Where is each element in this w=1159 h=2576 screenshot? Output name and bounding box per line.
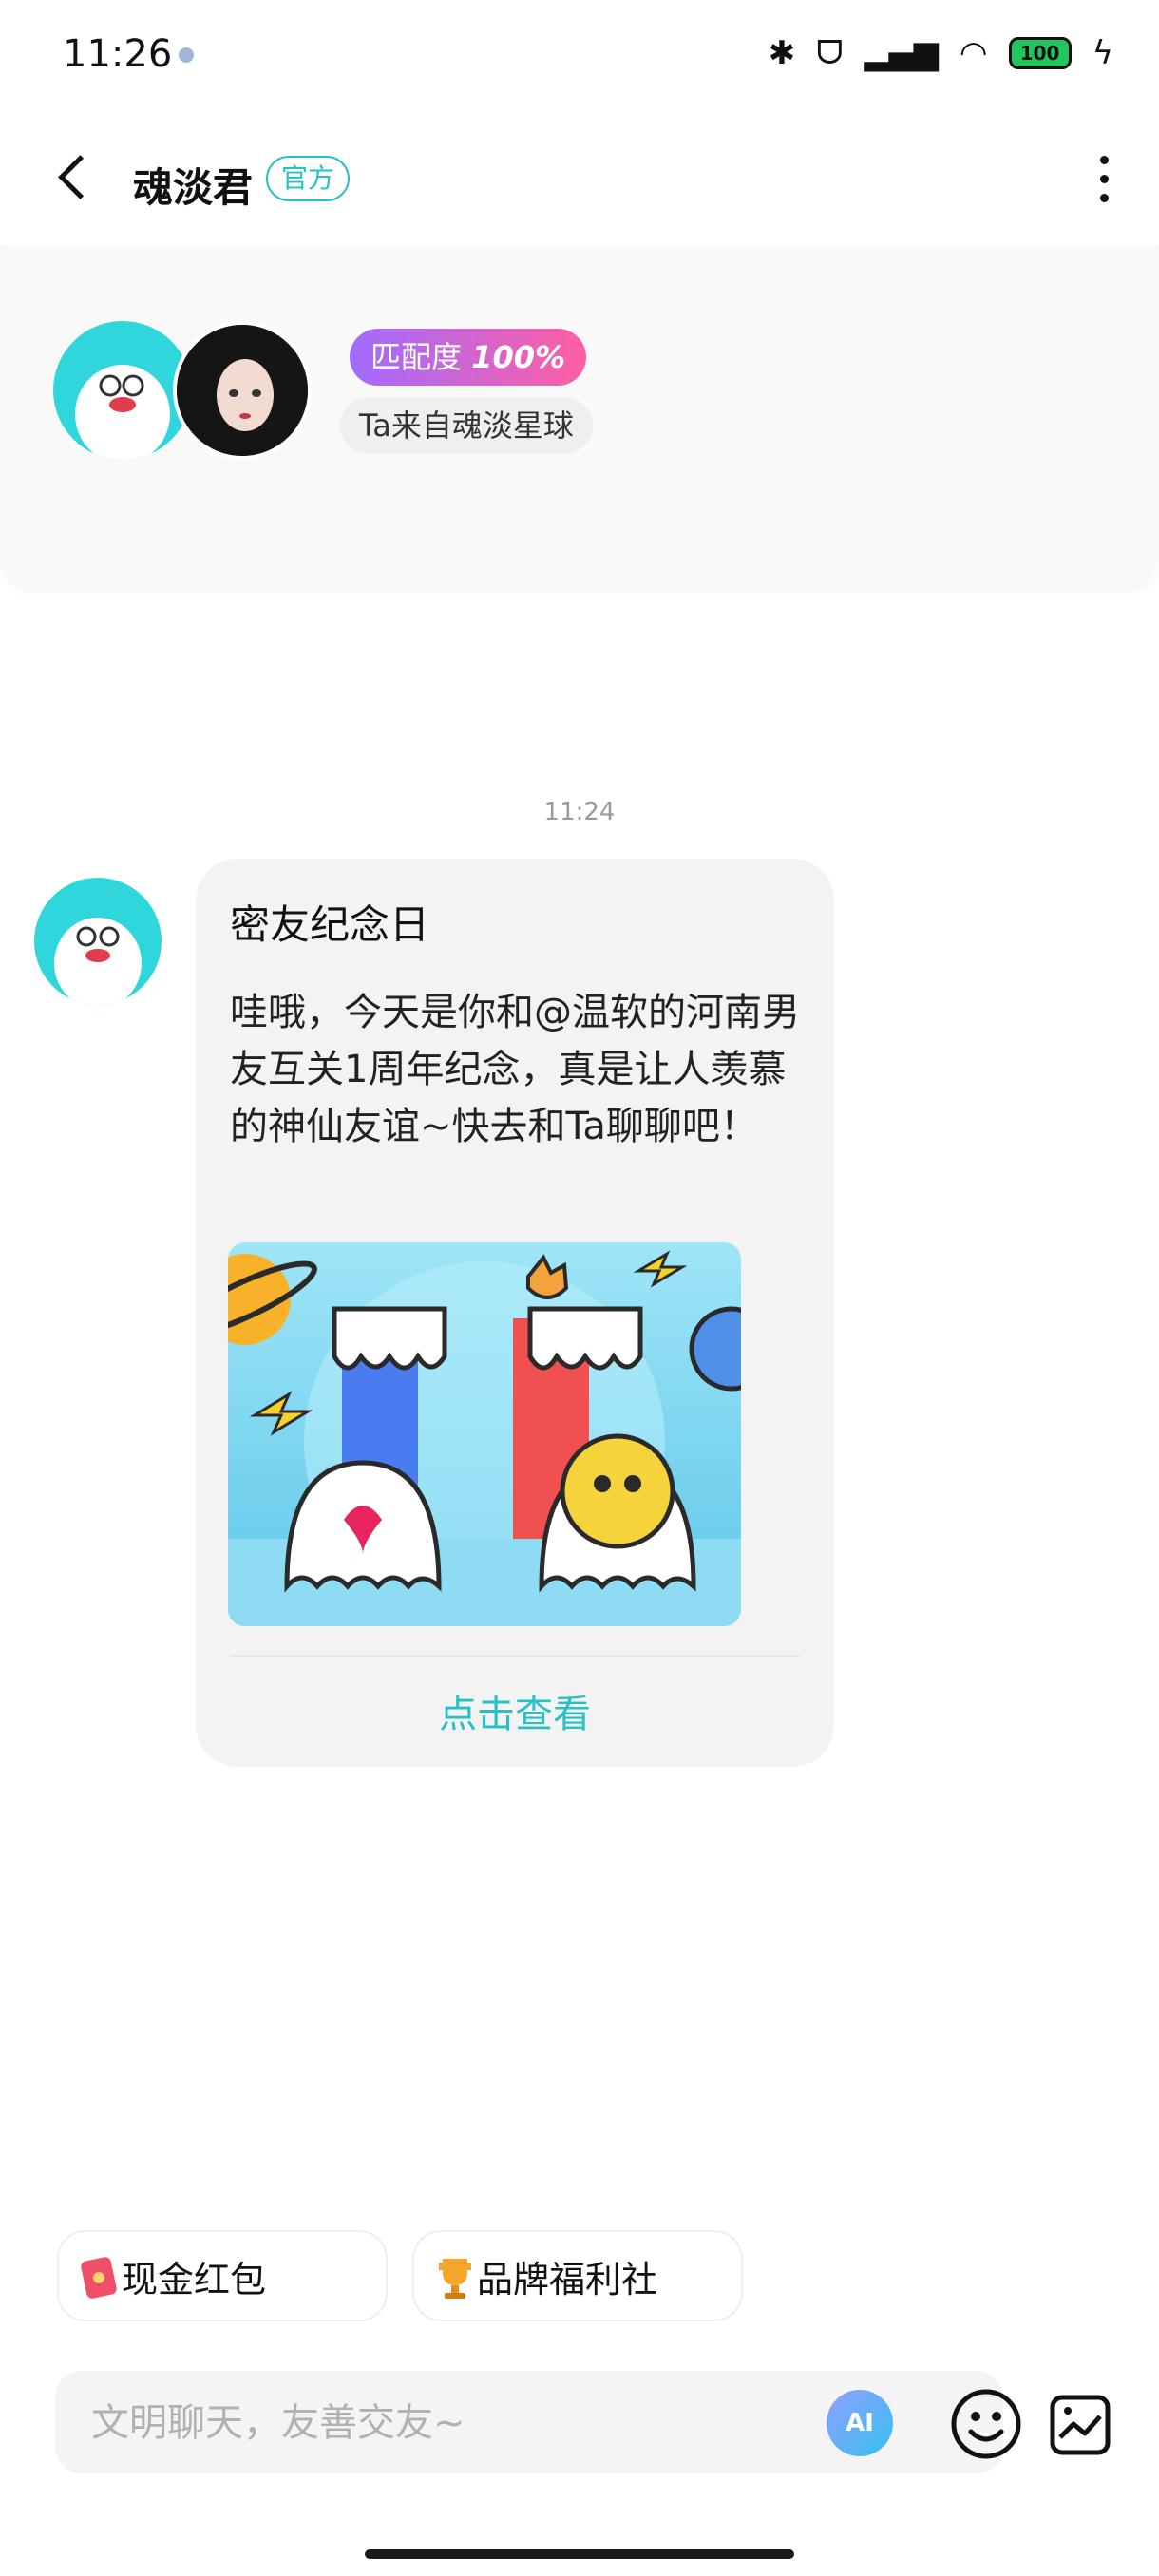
page-title: 魂淡君 [133, 164, 254, 211]
image-picker-icon[interactable] [1049, 2394, 1112, 2456]
message-body: 哇哦，今天是你和@温软的河南男友互关1周年纪念，真是让人羡慕的神仙友谊~快去和T… [230, 991, 800, 1148]
message-title: 密友纪念日 [230, 901, 430, 948]
quick-action-label: 品牌福利社 [477, 2258, 658, 2301]
quick-action-brand-welfare[interactable]: 品牌福利社 [412, 2230, 743, 2321]
status-time: 11:26 [63, 32, 173, 76]
quick-action-label: 现金红包 [122, 2258, 267, 2301]
notification-dot-icon [179, 47, 194, 63]
match-badge: 匹配度 100% [350, 329, 587, 386]
sender-avatar[interactable] [34, 878, 162, 1005]
origin-tag: Ta来自魂淡星球 [340, 397, 593, 454]
bluetooth-icon: ✱ [768, 34, 796, 72]
earbuds-icon: ᗜ [816, 34, 844, 72]
profile-card: 匹配度 100% Ta来自魂淡星球 [0, 245, 1159, 587]
status-icons: ✱ ᗜ ▂▄▆ ◠ 100 ϟ [769, 34, 1113, 72]
emoji-icon[interactable] [950, 2388, 1022, 2460]
signal-icon: ▂▄▆ [864, 34, 939, 72]
more-options-icon[interactable] [1094, 152, 1113, 209]
ai-assistant-icon[interactable]: AI [826, 2390, 893, 2456]
battery-icon: 100 [1008, 37, 1072, 69]
match-value: 100% [471, 339, 566, 375]
view-link[interactable]: 点击查看 [196, 1683, 834, 1738]
anniversary-image[interactable] [228, 1242, 741, 1626]
message-input[interactable] [89, 2392, 834, 2454]
message-bubble[interactable]: 密友纪念日 哇哦，今天是你和@温软的河南男友互关1周年纪念，真是让人羡慕的神仙友… [196, 859, 834, 1767]
quick-action-cash-red-envelope[interactable]: 现金红包 [57, 2230, 388, 2321]
wifi-icon: ◠ [959, 34, 988, 72]
message-timestamp: 11:24 [543, 798, 616, 826]
red-envelope-icon [80, 2255, 120, 2301]
trophy-icon [435, 2255, 475, 2301]
chat-header: 魂淡君 官方 [0, 114, 1159, 245]
official-badge: 官方 [266, 156, 351, 201]
status-bar: 11:26 ✱ ᗜ ▂▄▆ ◠ 100 ϟ [0, 0, 1159, 114]
ai-label: AI [846, 2409, 874, 2437]
back-icon[interactable] [48, 150, 104, 207]
bubble-divider [230, 1655, 800, 1657]
home-indicator[interactable] [365, 2549, 794, 2559]
charging-icon: ϟ [1092, 34, 1113, 72]
user-avatar[interactable] [173, 321, 312, 460]
match-label: 匹配度 [370, 339, 463, 375]
message-composer: AI [55, 2371, 1003, 2473]
ghost-avatar[interactable] [53, 321, 192, 460]
